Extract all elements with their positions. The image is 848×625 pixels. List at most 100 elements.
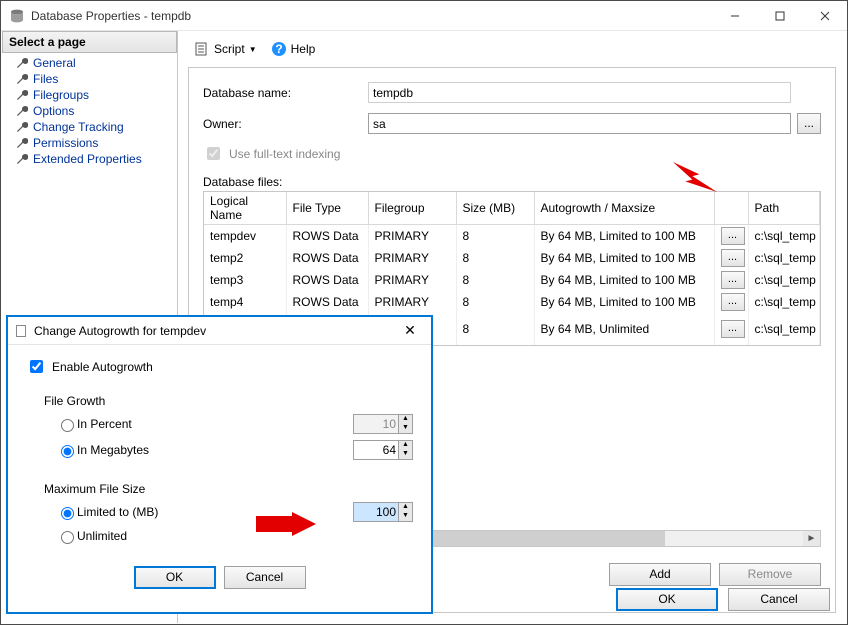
owner-field[interactable]	[368, 113, 791, 134]
spin-down-icon: ▼	[399, 424, 412, 433]
dialog-close-button[interactable]: ✕	[395, 322, 425, 339]
script-dropdown[interactable]: ▼	[249, 45, 257, 54]
help-icon[interactable]: ?	[271, 41, 287, 57]
cell-filegroup[interactable]: PRIMARY	[368, 225, 456, 248]
ok-button[interactable]: OK	[616, 588, 718, 611]
script-icon	[194, 41, 210, 57]
autogrowth-edit-button[interactable]: ...	[721, 227, 745, 245]
col-header[interactable]: Size (MB)	[456, 192, 534, 225]
cell-autogrowth[interactable]: By 64 MB, Limited to 100 MB	[534, 247, 714, 269]
cell-path[interactable]: c:\sql_temp	[748, 247, 820, 269]
nav-item-options[interactable]: Options	[2, 103, 177, 119]
close-button[interactable]	[802, 1, 847, 30]
cell-name[interactable]: temp2	[204, 247, 286, 269]
in-mb-radio[interactable]	[61, 445, 74, 458]
cell-type[interactable]: ROWS Data	[286, 269, 368, 291]
cell-type[interactable]: ROWS Data	[286, 247, 368, 269]
autogrowth-edit-button[interactable]: ...	[721, 271, 745, 289]
spin-down-icon[interactable]: ▼	[399, 450, 412, 459]
nav-item-label: General	[33, 56, 76, 70]
spin-down-icon[interactable]: ▼	[399, 512, 412, 521]
cell-autogrowth[interactable]: By 64 MB, Unlimited	[534, 313, 714, 345]
limited-value[interactable]	[354, 503, 398, 521]
table-row[interactable]: temp4ROWS DataPRIMARY8By 64 MB, Limited …	[204, 291, 820, 313]
wrench-icon	[16, 73, 28, 85]
cell-type[interactable]: ROWS Data	[286, 225, 368, 248]
col-header[interactable]	[714, 192, 748, 225]
remove-button: Remove	[719, 563, 821, 586]
spin-up-icon[interactable]: ▲	[399, 441, 412, 450]
nav-item-files[interactable]: Files	[2, 71, 177, 87]
cell-path[interactable]: c:\sql_temp	[748, 291, 820, 313]
cell-name[interactable]: tempdev	[204, 225, 286, 248]
in-percent-radio[interactable]	[61, 419, 74, 432]
nav-header: Select a page	[2, 31, 177, 53]
script-button[interactable]: Script	[214, 42, 245, 56]
table-row[interactable]: temp3ROWS DataPRIMARY8By 64 MB, Limited …	[204, 269, 820, 291]
files-label: Database files:	[203, 175, 821, 189]
enable-autogrowth-checkbox[interactable]	[30, 360, 43, 373]
window-buttons	[712, 1, 847, 30]
cell-size[interactable]: 8	[456, 291, 534, 313]
dbname-field	[368, 82, 791, 103]
wrench-icon	[16, 105, 28, 117]
col-header[interactable]: Autogrowth / Maxsize	[534, 192, 714, 225]
col-header[interactable]: Filegroup	[368, 192, 456, 225]
add-button[interactable]: Add	[609, 563, 711, 586]
cell-filegroup[interactable]: PRIMARY	[368, 247, 456, 269]
autogrowth-edit-button[interactable]: ...	[721, 293, 745, 311]
nav-item-permissions[interactable]: Permissions	[2, 135, 177, 151]
nav-item-change-tracking[interactable]: Change Tracking	[2, 119, 177, 135]
cell-name[interactable]: temp3	[204, 269, 286, 291]
cancel-button[interactable]: Cancel	[728, 588, 830, 611]
toolbar: Script ▼ ? Help	[188, 37, 836, 61]
cell-filegroup[interactable]: PRIMARY	[368, 269, 456, 291]
cell-path[interactable]: c:\sql_temp	[748, 269, 820, 291]
nav-item-general[interactable]: General	[2, 55, 177, 71]
autogrowth-dialog: Change Autogrowth for tempdev ✕ Enable A…	[7, 316, 432, 613]
scroll-right-button[interactable]: ►	[803, 531, 820, 546]
cell-path[interactable]: c:\sql_temp	[748, 225, 820, 248]
autogrowth-edit-button[interactable]: ...	[721, 320, 745, 338]
autogrowth-edit-button[interactable]: ...	[721, 249, 745, 267]
minimize-button[interactable]	[712, 1, 757, 30]
table-row[interactable]: temp2ROWS DataPRIMARY8By 64 MB, Limited …	[204, 247, 820, 269]
modal-cancel-button[interactable]: Cancel	[224, 566, 306, 589]
owner-browse-button[interactable]: ...	[797, 113, 821, 134]
col-header[interactable]: Logical Name	[204, 192, 286, 225]
file-growth-label: File Growth	[44, 394, 413, 408]
mb-value[interactable]	[354, 441, 398, 459]
limited-label: Limited to (MB)	[77, 505, 353, 519]
maximize-button[interactable]	[757, 1, 802, 30]
nav-item-filegroups[interactable]: Filegroups	[2, 87, 177, 103]
limited-spin[interactable]: ▲▼	[353, 502, 413, 522]
help-button[interactable]: Help	[291, 42, 316, 56]
wrench-icon	[16, 137, 28, 149]
cell-autogrowth[interactable]: By 64 MB, Limited to 100 MB	[534, 269, 714, 291]
cell-size[interactable]: 8	[456, 269, 534, 291]
cell-size[interactable]: 8	[456, 313, 534, 345]
nav-item-label: Files	[33, 72, 58, 86]
nav-item-extended-properties[interactable]: Extended Properties	[2, 151, 177, 167]
mb-spin[interactable]: ▲▼	[353, 440, 413, 460]
cell-autogrowth[interactable]: By 64 MB, Limited to 100 MB	[534, 225, 714, 248]
cell-name[interactable]: temp4	[204, 291, 286, 313]
table-row[interactable]: tempdevROWS DataPRIMARY8By 64 MB, Limite…	[204, 225, 820, 248]
wrench-icon	[16, 153, 28, 165]
cell-path[interactable]: c:\sql_temp	[748, 313, 820, 345]
spin-up-icon[interactable]: ▲	[399, 503, 412, 512]
cell-filegroup[interactable]: PRIMARY	[368, 291, 456, 313]
modal-ok-button[interactable]: OK	[134, 566, 216, 589]
unlimited-radio[interactable]	[61, 531, 74, 544]
cell-autogrowth[interactable]: By 64 MB, Limited to 100 MB	[534, 291, 714, 313]
nav-items: General Files FilegroupsOptionsChange Trac…	[2, 53, 177, 169]
cell-size[interactable]: 8	[456, 247, 534, 269]
dbname-label: Database name:	[203, 86, 368, 100]
cell-size[interactable]: 8	[456, 225, 534, 248]
nav-item-label: Change Tracking	[33, 120, 124, 134]
limited-radio[interactable]	[61, 507, 74, 520]
col-header[interactable]: Path	[748, 192, 820, 225]
cell-type[interactable]: ROWS Data	[286, 291, 368, 313]
col-header[interactable]: File Type	[286, 192, 368, 225]
nav-item-label: Filegroups	[33, 88, 89, 102]
